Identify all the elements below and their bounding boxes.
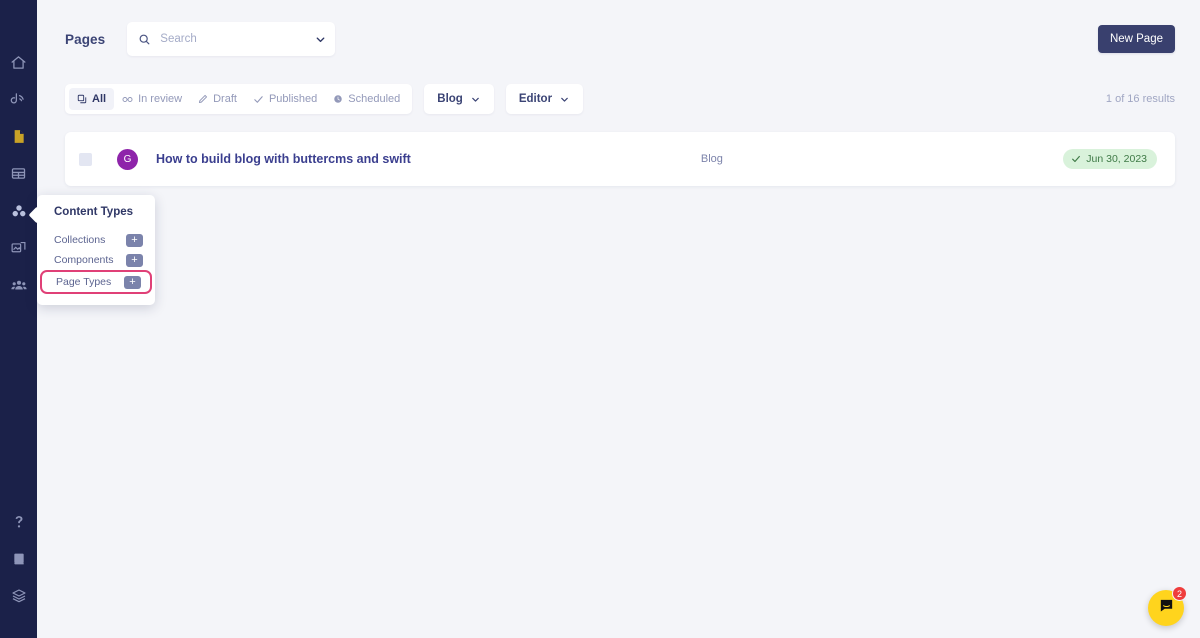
tab-published-label: Published [268,93,318,105]
search-bar[interactable] [127,22,336,56]
status-badge-date: Jun 30, 2023 [1086,153,1147,165]
popup-item-label: Components [54,254,114,266]
question-mark-icon [11,514,27,530]
row-checkbox[interactable] [79,152,92,166]
add-component-button[interactable]: + [126,253,143,267]
check-icon [253,94,264,105]
check-icon [1071,154,1081,164]
sidebar-item-collections[interactable] [0,155,37,192]
popup-item-components[interactable]: Components + [37,250,155,270]
popup-item-collections[interactable]: Collections + [37,230,155,250]
status-badge: Jun 30, 2023 [1063,149,1157,169]
clock-icon [333,94,343,104]
media-images-icon [10,239,27,256]
dropdown-blog[interactable]: Blog [424,84,494,114]
tab-in-review[interactable]: In review [114,88,190,110]
sidebar-item-pages[interactable] [0,118,37,155]
popup-item-label: Collections [54,234,106,246]
table-row[interactable]: G How to build blog with buttercms and s… [65,132,1175,186]
sidebar-item-team[interactable] [0,266,37,303]
dropdown-editor[interactable]: Editor [505,84,584,114]
chat-unread-badge: 2 [1172,586,1187,601]
sidebar-item-home[interactable] [0,44,37,81]
page-file-icon [11,128,27,145]
chevron-down-icon[interactable] [314,33,327,46]
content-types-popup: Content Types Collections + Components +… [37,195,155,305]
pencil-icon [198,94,208,104]
tab-all[interactable]: All [69,88,115,110]
tab-all-label: All [92,93,107,105]
dropdown-blog-label: Blog [437,93,463,105]
sidebar-item-media[interactable] [0,229,37,266]
tab-draft-label: Draft [213,93,237,105]
main-content: Pages New Page All [37,0,1200,638]
add-collection-button[interactable]: + [126,233,143,247]
book-icon [11,551,27,567]
popup-title: Content Types [54,206,134,218]
binoculars-icon [122,94,133,105]
avatar: G [117,148,138,170]
sidebar-item-docs[interactable] [0,540,37,577]
popup-item-label: Page Types [56,276,112,288]
tab-scheduled[interactable]: Scheduled [325,88,408,110]
row-title[interactable]: How to build blog with buttercms and swi… [156,152,411,166]
sidebar-top-group [0,44,37,303]
row-page-type: Blog [700,153,723,165]
app-root: Pages New Page All [0,0,1200,638]
chat-widget-button[interactable]: 2 [1148,586,1187,626]
status-filter-tabs: All In review Draft Published Scheduled [65,84,413,114]
tab-draft[interactable]: Draft [190,88,245,110]
left-sidebar [0,0,37,638]
chat-bubble-icon [1158,597,1175,619]
filter-row: All In review Draft Published Scheduled … [37,78,1200,120]
page-header: Pages New Page [37,0,1200,78]
blog-rss-icon [10,91,27,108]
team-users-icon [10,276,28,294]
chevron-down-icon [470,94,481,105]
tab-published[interactable]: Published [245,88,325,110]
tab-in-review-label: In review [138,93,183,105]
popup-item-page-types[interactable]: Page Types + [40,270,152,294]
home-icon [10,54,27,71]
sidebar-bottom-group [0,503,37,614]
table-grid-icon [10,165,27,182]
content-types-icon [10,202,28,220]
results-count: 1 of 16 results [1105,93,1175,105]
chevron-down-icon [559,94,570,105]
add-page-type-button[interactable]: + [124,275,141,289]
new-page-button[interactable]: New Page [1097,25,1175,53]
page-title: Pages [65,31,106,47]
layers-stack-icon [10,587,28,605]
search-input[interactable] [160,33,315,45]
sidebar-item-help[interactable] [0,503,37,540]
pages-list: G How to build blog with buttercms and s… [37,120,1200,186]
copy-icon [77,94,87,104]
sidebar-item-layers[interactable] [0,577,37,614]
tab-scheduled-label: Scheduled [348,93,401,105]
dropdown-editor-label: Editor [518,93,553,105]
search-icon [138,33,151,46]
sidebar-item-blog[interactable] [0,81,37,118]
